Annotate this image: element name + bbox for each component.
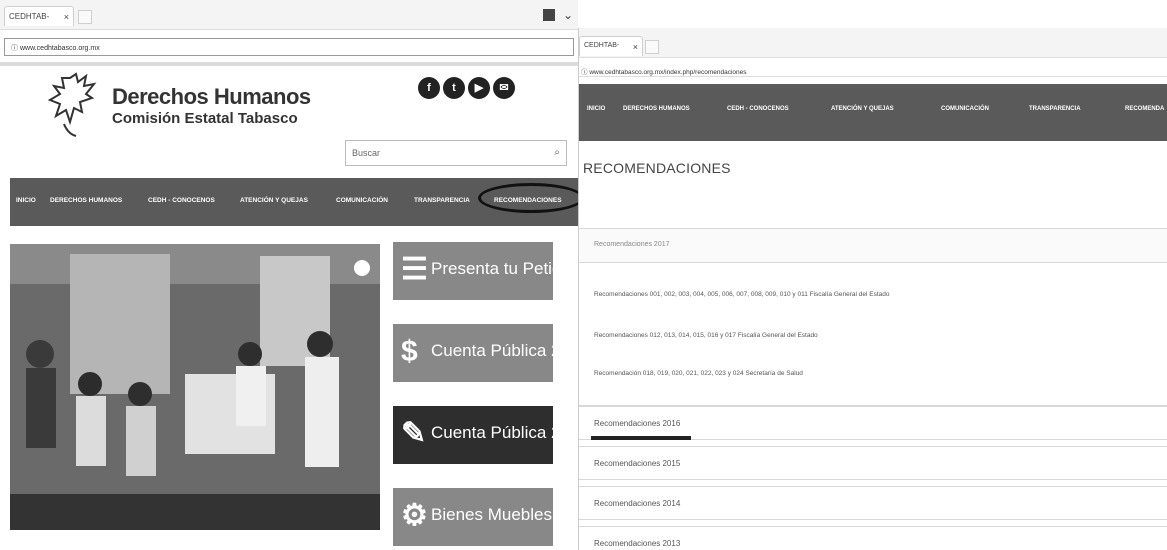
search-icon[interactable]: ⌕ [554, 147, 560, 158]
button-label: Cuenta Pública 2015 [431, 341, 578, 360]
close-icon[interactable]: × [64, 12, 69, 22]
new-tab-button[interactable] [78, 10, 92, 24]
tab-bar: CEDHTAB- × [579, 28, 1167, 58]
nav-item-atencion-quejas[interactable]: ATENCIÓN Y QUEJAS [240, 197, 308, 204]
dove-logo-icon[interactable] [48, 72, 98, 138]
tab-label: CEDHTAB- [584, 42, 620, 49]
nav-item-derechos-humanos[interactable]: DERECHOS HUMANOS [623, 106, 690, 112]
info-icon: ⓘ [11, 45, 20, 52]
recommendations-2017-panel: Recomendaciones 2017 Recomendaciones 001… [579, 228, 1167, 406]
nav-item-transparencia[interactable]: TRANSPARENCIA [1029, 106, 1081, 112]
event-photo[interactable] [10, 244, 380, 530]
presenta-peticion-button[interactable]: ☰ Presenta tu Petición [393, 242, 578, 300]
nav-item-cedh-conocenos[interactable]: CEDH - CONOCENOS [727, 106, 789, 112]
button-label: Bienes Muebles [431, 505, 552, 524]
main-nav: INICIO DERECHOS HUMANOS CEDH - CONOCENOS… [579, 84, 1167, 141]
divider [0, 62, 578, 66]
gears-icon: ⚙ [401, 499, 428, 532]
nav-item-comunicacion[interactable]: COMUNICACIÓN [336, 197, 388, 204]
address-bar[interactable]: ⓘ www.cedhtabasco.org.mx/index.php/recom… [579, 63, 1167, 77]
document-icon: ☰ [401, 253, 428, 286]
search-placeholder: Buscar [352, 148, 381, 158]
bienes-muebles-button[interactable]: ⚙ Bienes Muebles [393, 488, 553, 546]
accordion-item-2016[interactable]: Recomendaciones 2016 [579, 406, 1167, 440]
cuenta-publica-2015-button[interactable]: $ Cuenta Pública 2015 [393, 324, 578, 382]
browser-tab[interactable]: CEDHTAB- × [4, 6, 74, 26]
email-icon[interactable]: ✉ [493, 77, 515, 99]
nav-item-inicio[interactable]: INICIO [587, 106, 605, 112]
nav-item-recomendaciones[interactable]: RECOMENDA [1125, 106, 1164, 112]
accordion-item-2015[interactable]: Recomendaciones 2015 [579, 446, 1167, 480]
document-edit-icon: ✎ [401, 417, 427, 450]
nav-item-derechos-humanos[interactable]: DERECHOS HUMANOS [50, 197, 122, 204]
recommendation-link[interactable]: Recomendaciones 012, 013, 014, 015, 016 … [594, 332, 818, 339]
nav-item-transparencia[interactable]: TRANSPARENCIA [414, 197, 470, 204]
nav-item-comunicacion[interactable]: COMUNICACIÓN [941, 106, 989, 112]
search-input[interactable]: Buscar ⌕ [345, 140, 567, 166]
browser-tab[interactable]: CEDHTAB- × [579, 36, 643, 56]
page-title: RECOMENDACIONES [583, 160, 731, 176]
cuenta-publica-2016-button[interactable]: ✎ Cuenta Pública 2016 [393, 406, 578, 464]
address-bar[interactable]: ⓘ www.cedhtabasco.org.mx [4, 38, 574, 56]
button-label: Presenta tu Petición [431, 259, 578, 278]
youtube-icon[interactable]: ▶ [468, 77, 490, 99]
site-subtitle: Comisión Estatal Tabasco [112, 110, 298, 127]
close-icon[interactable]: × [633, 42, 638, 52]
new-tab-button[interactable] [645, 40, 659, 54]
nav-item-cedh-conocenos[interactable]: CEDH - CONOCENOS [148, 197, 215, 204]
recommendation-link[interactable]: Recomendación 018, 019, 020, 021, 022, 0… [594, 370, 803, 377]
chevron-down-icon[interactable]: ⌄ [563, 8, 573, 22]
twitter-icon[interactable]: t [443, 77, 465, 99]
highlight-circle [478, 183, 578, 213]
site-title[interactable]: Derechos Humanos [112, 84, 311, 110]
window-icon[interactable] [543, 9, 555, 21]
address-text: www.cedhtabasco.org.mx [19, 45, 100, 52]
accordion-item-2014[interactable]: Recomendaciones 2014 [579, 486, 1167, 520]
nav-item-inicio[interactable]: INICIO [16, 197, 36, 204]
facebook-icon[interactable]: f [418, 77, 440, 99]
highlight-underline [591, 436, 691, 440]
dollar-icon: $ [401, 335, 418, 368]
nav-item-atencion-quejas[interactable]: ATENCIÓN Y QUEJAS [831, 106, 894, 112]
left-browser-window: CEDHTAB- × ⌄ ⓘ www.cedhtabasco.org.mx De… [0, 0, 578, 550]
button-label: Cuenta Pública 2016 [431, 423, 578, 442]
right-browser-window: CEDHTAB- × ⓘ www.cedhtabasco.org.mx/inde… [578, 28, 1167, 550]
tab-bar: CEDHTAB- × ⌄ [0, 0, 578, 30]
tab-label: CEDHTAB- [9, 12, 50, 21]
accordion-item-2013[interactable]: Recomendaciones 2013 [579, 526, 1167, 550]
address-text: www.cedhtabasco.org.mx/index.php/recomen… [589, 69, 747, 76]
recommendation-link[interactable]: Recomendaciones 001, 002, 003, 004, 005,… [594, 291, 889, 298]
panel-header[interactable]: Recomendaciones 2017 [579, 229, 1167, 263]
